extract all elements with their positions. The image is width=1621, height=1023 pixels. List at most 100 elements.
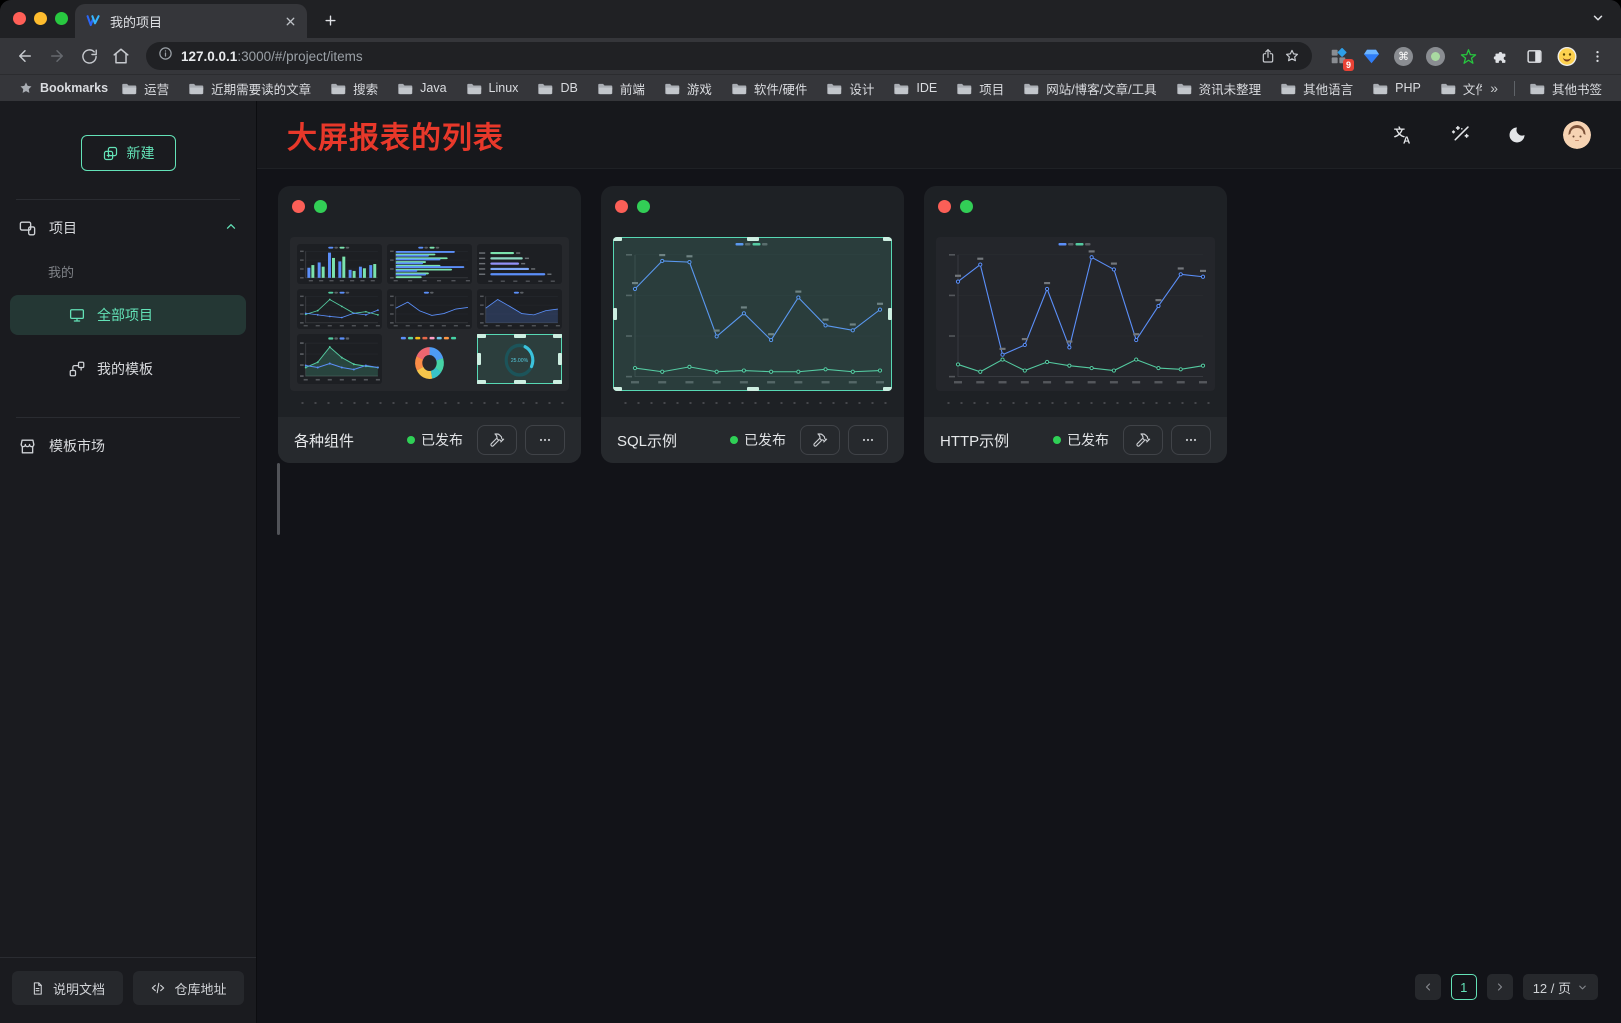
folder-icon [1530, 82, 1545, 95]
status-dot [407, 436, 415, 444]
new-tab-button[interactable] [315, 5, 345, 35]
selection-handle[interactable] [747, 387, 759, 391]
bookmark-folder[interactable]: Java [391, 78, 453, 98]
close-window-button[interactable] [13, 12, 26, 25]
project-thumbnail[interactable] [613, 237, 892, 391]
bookmark-folder-label: 前端 [620, 79, 645, 98]
project-thumbnail[interactable] [936, 237, 1215, 391]
bookmark-folder[interactable]: 近期需要读的文章 [182, 76, 318, 101]
bookmark-folder[interactable]: 游戏 [658, 76, 719, 101]
bookmark-star-icon[interactable] [1284, 48, 1300, 64]
mini-chart [387, 334, 472, 384]
new-project-button[interactable]: 新建 [81, 135, 176, 171]
chrome-menu-icon[interactable] [1590, 49, 1605, 64]
share-icon[interactable] [1260, 48, 1276, 64]
minimize-window-button[interactable] [34, 12, 47, 25]
side-panel-icon[interactable] [1524, 46, 1544, 66]
bookmark-folder[interactable]: IDE [887, 78, 944, 98]
selection-handle[interactable] [477, 334, 486, 338]
bookmark-folders: 运营近期需要读的文章搜索 Java Linux DB 前端游戏 软件/硬件设计 IDE 项目网… [115, 76, 1482, 101]
sidebar-item-template-market[interactable]: 模板市场 [18, 436, 238, 456]
url-text[interactable]: 127.0.0.1:3000/#/project/items [181, 49, 1252, 64]
card-window-dots [938, 200, 1215, 213]
selection-handle[interactable] [883, 387, 892, 391]
fullscreen-window-button[interactable] [55, 12, 68, 25]
project-thumbnail[interactable]: 25.00% [290, 237, 569, 391]
bookmark-folder[interactable]: Linux [460, 78, 526, 98]
sidebar-item-all-projects[interactable]: 全部项目 [10, 295, 246, 335]
bookmark-folder[interactable]: 项目 [950, 76, 1011, 101]
sidebar-item-my-templates[interactable]: 我的模板 [10, 349, 246, 389]
more-options-button[interactable] [848, 425, 888, 455]
selection-handle[interactable] [553, 380, 562, 384]
bookmark-folder[interactable]: 资讯未整理 [1170, 76, 1269, 101]
forward-button[interactable] [42, 41, 72, 71]
back-button[interactable] [10, 41, 40, 71]
bookmark-folder[interactable]: 搜索 [324, 76, 385, 101]
chevron-up-icon[interactable] [224, 220, 238, 237]
selection-handle[interactable] [514, 380, 526, 384]
edit-project-button[interactable] [477, 425, 517, 455]
star-extension-icon[interactable] [1458, 46, 1478, 66]
repo-button[interactable]: 仓库地址 [133, 971, 244, 1005]
bookmark-folder[interactable]: DB [531, 78, 584, 98]
selection-handle[interactable] [558, 353, 562, 365]
next-page-button[interactable] [1487, 974, 1513, 1000]
selection-handle[interactable] [477, 380, 486, 384]
gem-extension-icon[interactable] [1361, 46, 1381, 66]
tab-search-chevron-icon[interactable] [1591, 11, 1605, 25]
project-title: 各种组件 [294, 430, 399, 451]
tab-close-icon[interactable] [284, 15, 297, 28]
scrollbar-thumb[interactable] [277, 463, 280, 535]
bookmark-folder-label: 软件/硬件 [754, 79, 807, 98]
user-avatar[interactable] [1563, 121, 1591, 149]
extensions-puzzle-icon[interactable] [1491, 46, 1511, 66]
bookmark-folder[interactable]: 文件服务器 [1434, 76, 1482, 101]
selection-handle[interactable] [883, 237, 892, 241]
dot-extension-icon[interactable] [1426, 47, 1445, 66]
language-icon[interactable]: 文A [1392, 124, 1414, 146]
docs-button[interactable]: 说明文档 [12, 971, 123, 1005]
grid-extension-icon[interactable]: 9 [1328, 46, 1348, 66]
site-info-icon[interactable] [158, 46, 173, 66]
bookmarks-overflow-chevron[interactable]: » [1482, 80, 1506, 96]
status-dot [730, 436, 738, 444]
ellipsis-icon [537, 432, 553, 448]
address-bar[interactable]: 127.0.0.1:3000/#/project/items [146, 42, 1312, 70]
bookmark-folder[interactable]: 设计 [820, 76, 881, 101]
more-options-button[interactable] [525, 425, 565, 455]
magic-wand-icon[interactable] [1450, 124, 1471, 145]
selection-handle[interactable] [477, 353, 481, 365]
selection-handle[interactable] [613, 237, 622, 241]
more-options-button[interactable] [1171, 425, 1211, 455]
bookmark-folder[interactable]: 运营 [115, 76, 176, 101]
browser-tab[interactable]: 我的项目 [75, 4, 307, 38]
selection-handle[interactable] [514, 334, 526, 338]
sidebar-section-project[interactable]: 项目 [18, 218, 238, 238]
bookmark-folder[interactable]: 网站/博客/文章/工具 [1017, 76, 1163, 101]
card-window-dots [615, 200, 892, 213]
profile-avatar-icon[interactable] [1557, 46, 1577, 66]
dark-mode-moon-icon[interactable] [1507, 125, 1527, 145]
bookmarks-root[interactable]: Bookmarks [12, 78, 115, 98]
bookmark-folder[interactable]: PHP [1366, 78, 1428, 98]
reload-button[interactable] [74, 41, 104, 71]
selection-handle[interactable] [888, 308, 892, 320]
selection-handle[interactable] [613, 387, 622, 391]
current-page-button[interactable]: 1 [1451, 974, 1477, 1000]
folder-icon [538, 82, 553, 95]
selection-handle[interactable] [553, 334, 562, 338]
bookmark-folder[interactable]: 前端 [591, 76, 652, 101]
edit-project-button[interactable] [1123, 425, 1163, 455]
selection-handle[interactable] [613, 308, 617, 320]
bookmark-folder[interactable]: 其他语言 [1274, 76, 1360, 101]
command-extension-icon[interactable]: ⌘ [1394, 47, 1413, 66]
other-bookmarks[interactable]: 其他书签 [1523, 76, 1609, 101]
home-button[interactable] [106, 41, 136, 71]
bookmark-folder[interactable]: 软件/硬件 [725, 76, 814, 101]
edit-project-button[interactable] [800, 425, 840, 455]
page-size-select[interactable]: 12 / 页 [1523, 974, 1598, 1000]
bookmark-folder-label: DB [560, 81, 577, 95]
selection-handle[interactable] [747, 237, 759, 241]
prev-page-button[interactable] [1415, 974, 1441, 1000]
